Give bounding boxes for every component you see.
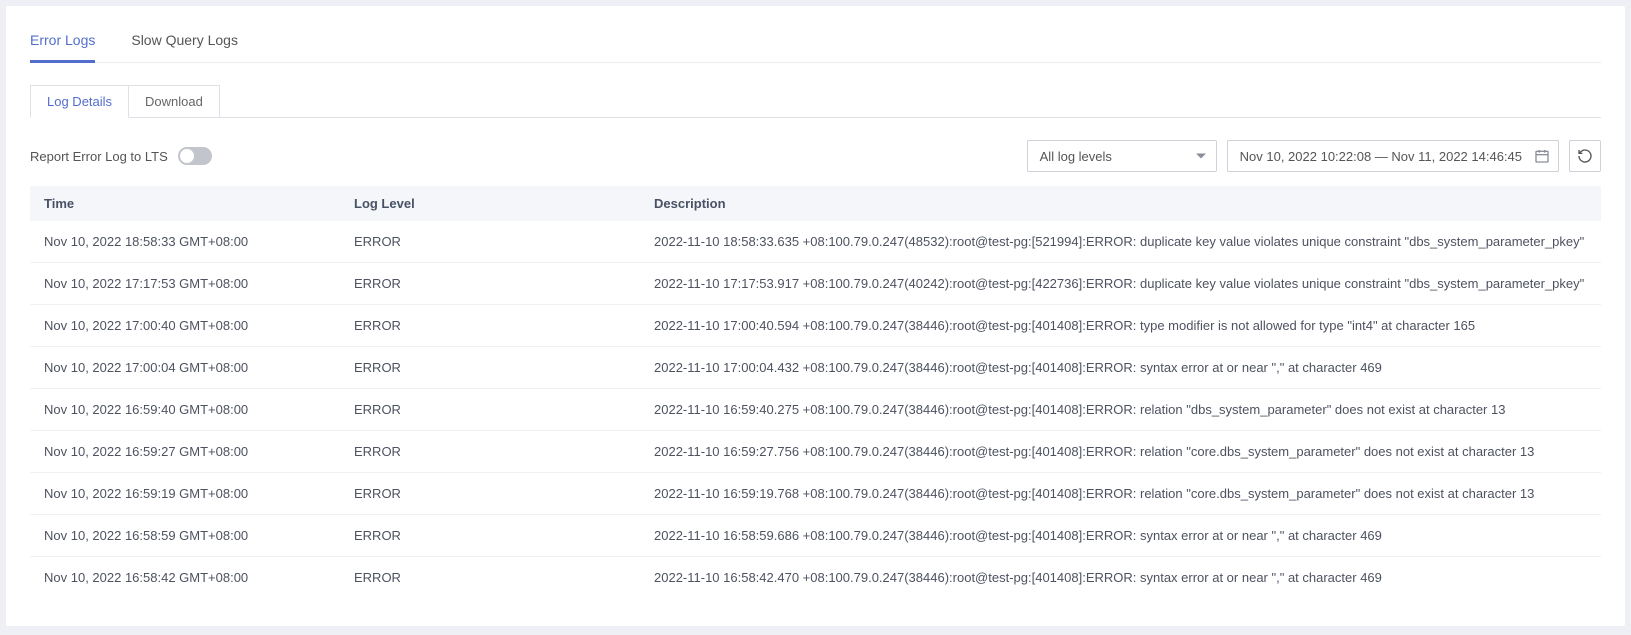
cell-time: Nov 10, 2022 17:00:04 GMT+08:00 — [30, 347, 340, 389]
table-row: Nov 10, 2022 17:00:40 GMT+08:00ERROR2022… — [30, 305, 1601, 347]
cell-description: 2022-11-10 16:59:40.275 +08:100.79.0.247… — [640, 389, 1601, 431]
tab-log-details[interactable]: Log Details — [30, 85, 129, 118]
column-header-description[interactable]: Description — [640, 186, 1601, 221]
cell-level: ERROR — [340, 431, 640, 473]
tab-slow-query-logs[interactable]: Slow Query Logs — [131, 26, 238, 62]
cell-time: Nov 10, 2022 17:00:40 GMT+08:00 — [30, 305, 340, 347]
log-level-selected-value: All log levels — [1040, 149, 1112, 164]
table-row: Nov 10, 2022 16:58:59 GMT+08:00ERROR2022… — [30, 515, 1601, 557]
cell-level: ERROR — [340, 389, 640, 431]
cell-description: 2022-11-10 16:58:42.470 +08:100.79.0.247… — [640, 557, 1601, 599]
cell-level: ERROR — [340, 557, 640, 599]
tab-download[interactable]: Download — [128, 85, 220, 118]
cell-description: 2022-11-10 17:17:53.917 +08:100.79.0.247… — [640, 263, 1601, 305]
refresh-icon — [1577, 148, 1593, 164]
cell-level: ERROR — [340, 473, 640, 515]
table-row: Nov 10, 2022 18:58:33 GMT+08:00ERROR2022… — [30, 221, 1601, 263]
cell-level: ERROR — [340, 263, 640, 305]
report-to-lts-label: Report Error Log to LTS — [30, 149, 168, 164]
cell-time: Nov 10, 2022 18:58:33 GMT+08:00 — [30, 221, 340, 263]
table-row: Nov 10, 2022 17:17:53 GMT+08:00ERROR2022… — [30, 263, 1601, 305]
column-header-level[interactable]: Log Level — [340, 186, 640, 221]
date-range-value: Nov 10, 2022 10:22:08 — Nov 11, 2022 14:… — [1240, 149, 1522, 164]
table-row: Nov 10, 2022 16:59:19 GMT+08:00ERROR2022… — [30, 473, 1601, 515]
cell-time: Nov 10, 2022 16:59:27 GMT+08:00 — [30, 431, 340, 473]
cell-description: 2022-11-10 16:58:59.686 +08:100.79.0.247… — [640, 515, 1601, 557]
date-range-picker[interactable]: Nov 10, 2022 10:22:08 — Nov 11, 2022 14:… — [1227, 140, 1559, 172]
primary-tabs: Error Logs Slow Query Logs — [30, 26, 1601, 63]
refresh-button[interactable] — [1569, 140, 1601, 172]
cell-description: 2022-11-10 18:58:33.635 +08:100.79.0.247… — [640, 221, 1601, 263]
table-header-row: Time Log Level Description — [30, 186, 1601, 221]
cell-time: Nov 10, 2022 16:58:42 GMT+08:00 — [30, 557, 340, 599]
secondary-tabs: Log Details Download — [30, 85, 1601, 118]
table-row: Nov 10, 2022 16:59:40 GMT+08:00ERROR2022… — [30, 389, 1601, 431]
table-row: Nov 10, 2022 16:59:27 GMT+08:00ERROR2022… — [30, 431, 1601, 473]
chevron-down-icon — [1196, 154, 1206, 159]
cell-description: 2022-11-10 17:00:04.432 +08:100.79.0.247… — [640, 347, 1601, 389]
cell-time: Nov 10, 2022 16:59:40 GMT+08:00 — [30, 389, 340, 431]
cell-level: ERROR — [340, 347, 640, 389]
logs-panel: Error Logs Slow Query Logs Log Details D… — [6, 6, 1625, 626]
table-row: Nov 10, 2022 17:00:04 GMT+08:00ERROR2022… — [30, 347, 1601, 389]
cell-level: ERROR — [340, 305, 640, 347]
log-level-select[interactable]: All log levels — [1027, 140, 1217, 172]
toolbar: Report Error Log to LTS All log levels N… — [30, 140, 1601, 172]
cell-level: ERROR — [340, 515, 640, 557]
table-row: Nov 10, 2022 16:58:42 GMT+08:00ERROR2022… — [30, 557, 1601, 599]
cell-description: 2022-11-10 16:59:19.768 +08:100.79.0.247… — [640, 473, 1601, 515]
tab-error-logs[interactable]: Error Logs — [30, 26, 95, 62]
cell-description: 2022-11-10 17:00:40.594 +08:100.79.0.247… — [640, 305, 1601, 347]
cell-time: Nov 10, 2022 16:59:19 GMT+08:00 — [30, 473, 340, 515]
cell-description: 2022-11-10 16:59:27.756 +08:100.79.0.247… — [640, 431, 1601, 473]
calendar-icon — [1534, 148, 1550, 164]
report-to-lts-toggle[interactable] — [178, 147, 212, 165]
cell-time: Nov 10, 2022 16:58:59 GMT+08:00 — [30, 515, 340, 557]
cell-time: Nov 10, 2022 17:17:53 GMT+08:00 — [30, 263, 340, 305]
cell-level: ERROR — [340, 221, 640, 263]
logs-table: Time Log Level Description Nov 10, 2022 … — [30, 186, 1601, 598]
column-header-time[interactable]: Time — [30, 186, 340, 221]
